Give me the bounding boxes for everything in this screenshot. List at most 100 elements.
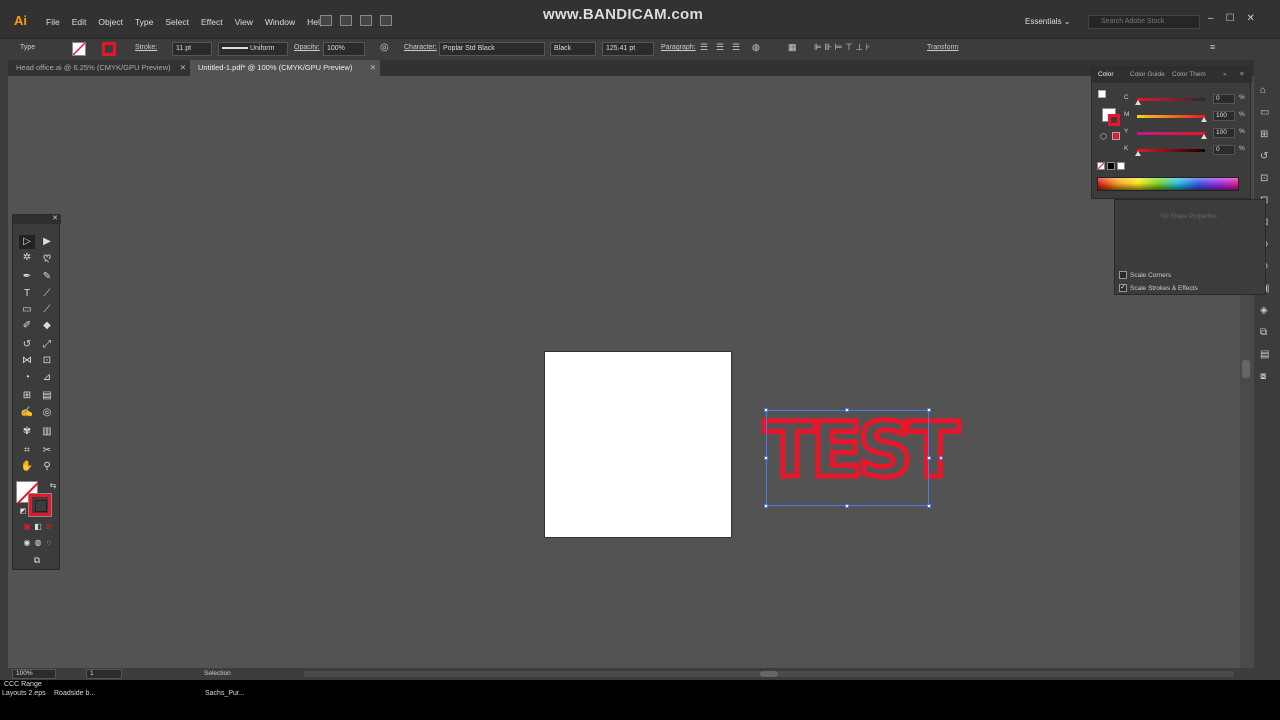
default-colors-icon[interactable]: ◩: [15, 505, 31, 519]
curvature-tool-icon[interactable]: ✎: [39, 270, 55, 284]
white-swatch[interactable]: [1117, 162, 1125, 170]
tab-color-themes[interactable]: Color Them: [1172, 71, 1206, 78]
stock-icon[interactable]: [340, 15, 352, 26]
tools-panel-header[interactable]: ✕: [13, 215, 61, 224]
none-mode-icon[interactable]: ⊘: [41, 520, 57, 534]
type-tool-icon[interactable]: T: [19, 287, 35, 301]
text-options-icon[interactable]: ◍: [752, 42, 760, 53]
eraser-tool-icon[interactable]: ◆: [39, 319, 55, 333]
menu-type[interactable]: Type: [129, 17, 159, 27]
handle-top-right[interactable]: [927, 408, 931, 412]
scale-corners-checkbox[interactable]: [1119, 271, 1127, 279]
desktop-icon-label[interactable]: Sachs_Pur...: [205, 689, 245, 698]
cyan-slider-thumb[interactable]: [1135, 100, 1141, 105]
selection-tool-icon[interactable]: ▷: [19, 235, 35, 249]
stroke-color-box[interactable]: [28, 493, 52, 517]
align-right-icon[interactable]: ☰: [732, 42, 740, 53]
magenta-value-field[interactable]: 100: [1213, 111, 1235, 121]
pen-tool-icon[interactable]: ✒: [19, 270, 35, 284]
horizontal-scrollbar-thumb[interactable]: [760, 671, 778, 677]
scale-strokes-checkbox[interactable]: ✓: [1119, 284, 1127, 292]
zoom-tool-icon[interactable]: ⚲: [39, 460, 55, 474]
perspective-grid-tool-icon[interactable]: ⊿: [39, 371, 55, 385]
menu-view[interactable]: View: [229, 17, 259, 27]
scale-tool-icon[interactable]: ⤢: [39, 338, 55, 352]
free-transform-tool-icon[interactable]: ⊡: [39, 354, 55, 368]
direct-selection-tool-icon[interactable]: ▶: [39, 235, 55, 249]
scrollbar-thumb[interactable]: [1242, 360, 1250, 378]
arrange-documents-icon[interactable]: [360, 15, 372, 26]
align-to-icon[interactable]: ▦: [788, 42, 797, 53]
menu-edit[interactable]: Edit: [66, 17, 93, 27]
black-swatch[interactable]: [1107, 162, 1115, 170]
color-panel-stroke-box[interactable]: [1108, 114, 1120, 126]
out-of-gamut-icon[interactable]: ⬡: [1100, 132, 1107, 141]
paintbrush-tool-icon[interactable]: ⟋: [39, 303, 55, 317]
screen-mode-icon[interactable]: ⧉: [29, 553, 45, 567]
symbol-sprayer-tool-icon[interactable]: ✾: [19, 425, 35, 439]
stroke-weight-field[interactable]: 11 pt: [172, 42, 212, 56]
magenta-slider-thumb[interactable]: [1201, 117, 1207, 122]
gpu-performance-icon[interactable]: [380, 15, 392, 26]
yellow-slider-thumb[interactable]: [1201, 134, 1207, 139]
hand-tool-icon[interactable]: ✋: [19, 460, 35, 474]
font-size-field[interactable]: 125.41 pt: [602, 42, 654, 56]
magenta-slider-track[interactable]: [1137, 115, 1205, 118]
maximize-icon[interactable]: ☐: [1226, 13, 1235, 24]
rotate-tool-icon[interactable]: ↺: [19, 338, 35, 352]
text-out-port[interactable]: [939, 456, 943, 460]
slice-tool-icon[interactable]: ✂: [39, 444, 55, 458]
panel-expand-icon[interactable]: »: [1223, 71, 1227, 78]
opacity-label[interactable]: Opacity:: [294, 44, 320, 51]
artboard-number-field[interactable]: 1: [86, 669, 122, 679]
desktop-icon-label[interactable]: Roadside b...: [54, 689, 95, 698]
color-fill-mini-swatch[interactable]: [1098, 90, 1106, 98]
opacity-field[interactable]: 100%: [323, 42, 365, 56]
align-objects-icons[interactable]: ⊫ ⊪ ⊨ ⊤ ⊥ ⊦: [814, 42, 870, 53]
handle-bottom-right[interactable]: [927, 504, 931, 508]
paragraph-label[interactable]: Paragraph:: [661, 44, 696, 51]
menu-file[interactable]: File: [40, 17, 66, 27]
width-tool-icon[interactable]: ⋈: [19, 354, 35, 368]
handle-top-left[interactable]: [764, 408, 768, 412]
transform-label[interactable]: Transform: [927, 44, 959, 51]
desktop-icon-label[interactable]: CCC Range: [4, 680, 42, 689]
cyan-value-field[interactable]: 0: [1213, 94, 1235, 104]
current-color-chip[interactable]: [1112, 132, 1120, 140]
panel-menu-icon[interactable]: ≡: [1240, 71, 1244, 78]
zoom-select[interactable]: 100%: [12, 669, 56, 679]
bridge-icon[interactable]: [320, 15, 332, 26]
tab-close-icon[interactable]: ✕: [370, 60, 376, 76]
fill-swatch[interactable]: [72, 42, 86, 56]
rectangle-tool-icon[interactable]: ▭: [19, 303, 35, 317]
recolor-icon[interactable]: ◎: [380, 42, 389, 53]
black-slider-track[interactable]: [1137, 149, 1205, 152]
stroke-label[interactable]: Stroke:: [135, 44, 157, 51]
font-family-select[interactable]: Poplar Std Black: [439, 42, 545, 56]
artboard[interactable]: [544, 351, 732, 538]
draw-inside-icon[interactable]: ◌: [41, 536, 57, 550]
gradient-tool-icon[interactable]: ▤: [39, 389, 55, 403]
column-graph-tool-icon[interactable]: ▥: [39, 425, 55, 439]
workspace-switcher[interactable]: Essentials ⌄: [1025, 17, 1070, 26]
character-label[interactable]: Character:: [404, 44, 437, 51]
line-tool-icon[interactable]: ⟋: [39, 287, 55, 301]
swap-fill-stroke-icon[interactable]: ⇆: [45, 479, 61, 493]
panel-menu-icon[interactable]: ≡: [1210, 42, 1215, 52]
handle-top-center[interactable]: [845, 408, 849, 412]
align-center-icon[interactable]: ☰: [716, 42, 724, 53]
tab-color-guide[interactable]: Color Guide: [1130, 71, 1165, 78]
stock-search-input[interactable]: Search Adobe Stock: [1088, 15, 1200, 29]
handle-bottom-center[interactable]: [845, 504, 849, 508]
shaper-tool-icon[interactable]: ✐: [19, 319, 35, 333]
menu-window[interactable]: Window: [259, 17, 301, 27]
desktop-icon-label[interactable]: Layouts 2.eps: [2, 689, 46, 698]
blend-tool-icon[interactable]: ◎: [39, 406, 55, 420]
close-icon[interactable]: ✕: [1247, 13, 1255, 24]
color-spectrum[interactable]: [1097, 177, 1239, 191]
selection-bounding-box[interactable]: [764, 408, 943, 508]
tab-untitled-1[interactable]: Untitled-1.pdf* @ 100% (CMYK/GPU Preview…: [190, 60, 380, 76]
stroke-profile-select[interactable]: Uniform: [218, 42, 288, 56]
mesh-tool-icon[interactable]: ⊞: [19, 389, 35, 403]
none-swatch[interactable]: [1097, 162, 1105, 170]
